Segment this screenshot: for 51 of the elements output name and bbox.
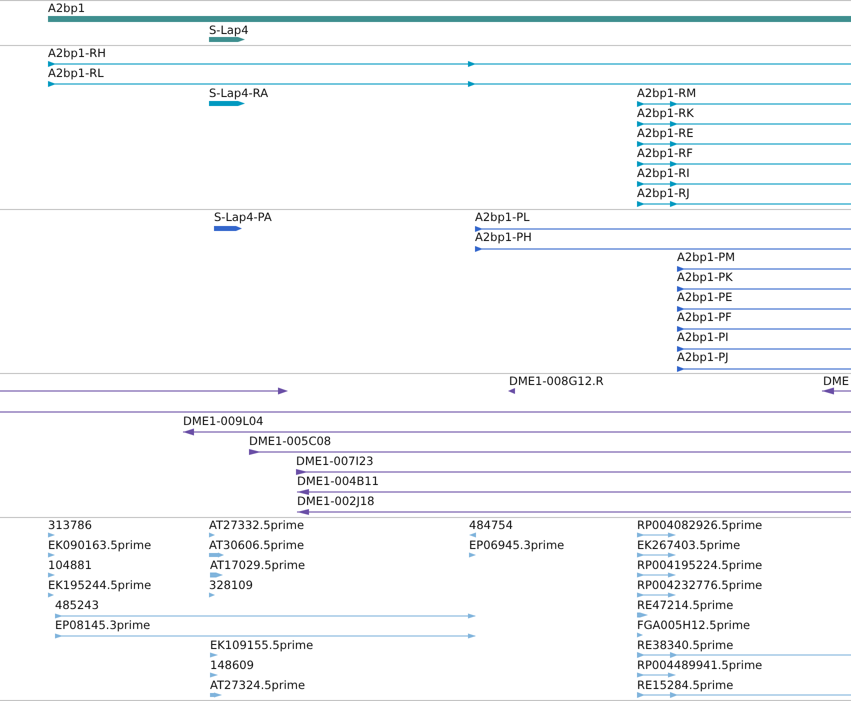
feature-label: 148609 (210, 658, 254, 672)
feature-label: A2bp1-PL (475, 210, 530, 224)
feature-label: RE15284.5prime (637, 678, 734, 692)
feature-label: 104881 (48, 558, 92, 572)
feature-label: DME1-009L04 (183, 414, 264, 428)
feature-label: EP06945.3prime (469, 538, 564, 552)
feature-label: EP08145.3prime (55, 618, 150, 632)
feature-label: DME1-005C08 (249, 434, 332, 448)
feature-label: EK267403.5prime (637, 538, 740, 552)
feature-label: S-Lap4 (209, 23, 249, 37)
feature-label: A2bp1-PJ (677, 350, 729, 364)
feature-label: 485243 (55, 598, 99, 612)
feature-label: RP004195224.5prime (637, 558, 762, 572)
feature-label: 313786 (48, 518, 92, 532)
feature-label: EK195244.5prime (48, 578, 152, 592)
feature-label: AT17029.5prime (210, 558, 306, 572)
feature-label: EK090163.5prime (48, 538, 152, 552)
feature-label: A2bp1-RM (637, 86, 696, 100)
feature-label: S-Lap4-RA (209, 86, 268, 100)
feature-label: A2bp1-PE (677, 290, 732, 304)
feature-label: A2bp1-PK (677, 270, 733, 284)
feature-label: A2bp1-RJ (637, 186, 690, 200)
feature-label: AT30606.5prime (209, 538, 304, 552)
feature-label: 328109 (209, 578, 253, 592)
feature-label: AT27332.5prime (209, 518, 304, 532)
feature-label: DME (823, 374, 850, 388)
feature-label: A2bp1-PI (677, 330, 729, 344)
feature-label: A2bp1-PF (677, 310, 732, 324)
feature-label: A2bp1-RH (48, 46, 106, 60)
feature-label: A2bp1-RE (637, 126, 694, 140)
feature-label: A2bp1 (48, 1, 86, 15)
feature-label: A2bp1-RI (637, 166, 690, 180)
feature-label: AT27324.5prime (210, 678, 306, 692)
feature-label: A2bp1-RL (48, 66, 104, 80)
feature-label: RP004232776.5prime (637, 578, 762, 592)
feature-label: S-Lap4-PA (214, 210, 272, 224)
feature-label: FGA005H12.5prime (637, 618, 750, 632)
feature-label: RP004489941.5prime (637, 658, 762, 672)
feature-label: EK109155.5prime (210, 638, 314, 652)
feature-label: RE38340.5prime (637, 638, 734, 652)
feature-label: DME1-002J18 (297, 494, 374, 508)
feature-label: DME1-004B11 (297, 474, 379, 488)
feature-label: RP004082926.5prime (637, 518, 762, 532)
feature-label: DME1-008G12.R (509, 374, 604, 388)
feature-label: DME1-007I23 (296, 454, 374, 468)
feature-label: A2bp1-PH (475, 230, 532, 244)
feature-label: 484754 (469, 518, 513, 532)
feature-label: RE47214.5prime (637, 598, 734, 612)
feature-label: A2bp1-RF (637, 146, 693, 160)
feature-label: A2bp1-RK (637, 106, 694, 120)
feature-label: A2bp1-PM (677, 250, 736, 264)
